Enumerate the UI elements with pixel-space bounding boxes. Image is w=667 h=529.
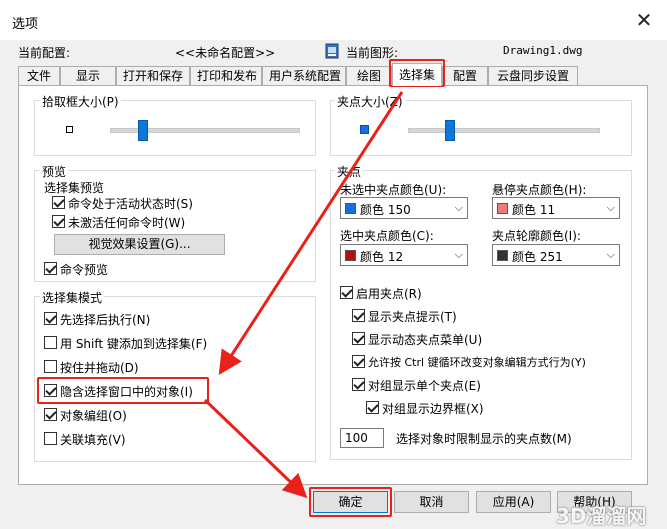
grip-limit-input[interactable]: 100 (340, 428, 384, 448)
no-command-label: 未激活任何命令时(W) (68, 216, 186, 230)
contour-color-label: 夹点轮廓颜色(I): (492, 229, 581, 243)
press-drag-label: 按住并拖动(D) (60, 361, 139, 375)
ctrl-cycle-label: 允许按 Ctrl 键循环改变对象编辑方式行为(Y) (368, 356, 586, 369)
object-grouping-label: 对象编组(O) (60, 409, 127, 423)
shift-add-checkbox[interactable] (44, 336, 57, 349)
dynamic-grip-menu-label: 显示动态夹点菜单(U) (368, 333, 483, 347)
unselected-color-swatch (345, 203, 356, 214)
visual-effects-button[interactable]: 视觉效果设置(G)... (54, 234, 225, 255)
noun-verb-label: 先选择后执行(N) (60, 313, 151, 327)
hover-color-value: 颜色 11 (512, 203, 556, 217)
tab-plot-publish[interactable]: 打印和发布 (190, 66, 262, 85)
tab-files[interactable]: 文件 (18, 66, 60, 85)
grip-size-slider-track[interactable] (408, 128, 600, 133)
pickbox-square-icon (66, 126, 73, 133)
show-grips-checkbox[interactable] (340, 286, 353, 299)
single-grip-groups-label: 对组显示单个夹点(E) (368, 379, 481, 393)
tab-display[interactable]: 显示 (60, 66, 116, 85)
grip-tips-checkbox[interactable] (352, 309, 365, 322)
chevron-down-icon: ⌵ (454, 248, 463, 261)
close-icon[interactable]: ✕ (632, 8, 656, 32)
unselected-color-select[interactable]: 颜色 150 ⌵ (340, 197, 468, 219)
ctrl-cycle-checkbox[interactable] (352, 355, 365, 368)
tab-open-save[interactable]: 打开和保存 (116, 66, 190, 85)
hover-color-select[interactable]: 颜色 11 ⌵ (492, 197, 620, 219)
implied-window-highlight (37, 377, 209, 404)
grip-size-preview (340, 108, 392, 152)
tab-profiles[interactable]: 配置 (442, 66, 488, 85)
window-title: 选项 (12, 17, 39, 32)
grip-limit-label: 选择对象时限制显示的夹点数(M) (396, 432, 572, 446)
command-active-label: 命令处于活动状态时(S) (68, 197, 193, 211)
object-grouping-checkbox[interactable] (44, 408, 57, 421)
group-bbox-label: 对组显示边界框(X) (382, 402, 484, 416)
contour-color-select[interactable]: 颜色 251 ⌵ (492, 244, 620, 266)
selected-color-select[interactable]: 颜色 12 ⌵ (340, 244, 468, 266)
single-grip-groups-checkbox[interactable] (352, 378, 365, 391)
grip-size-slider-thumb[interactable] (445, 120, 455, 141)
show-grips-label: 启用夹点(R) (356, 287, 422, 301)
title-bar (0, 0, 667, 40)
tab-user-preferences[interactable]: 用户系统配置 (262, 66, 346, 85)
no-command-checkbox[interactable] (52, 215, 65, 228)
unselected-color-label: 未选中夹点颜色(U): (340, 183, 447, 197)
grip-square-icon (360, 125, 369, 134)
hover-color-swatch (497, 203, 508, 214)
tab-selection[interactable]: 选择集 (392, 63, 442, 86)
watermark-text: 3D溜溜网 (556, 504, 647, 528)
press-drag-checkbox[interactable] (44, 360, 57, 373)
chevron-down-icon: ⌵ (454, 201, 463, 214)
chevron-down-icon: ⌵ (606, 248, 615, 261)
apply-button[interactable]: 应用(A) (476, 491, 551, 513)
pickbox-slider-thumb[interactable] (138, 120, 148, 141)
noun-verb-checkbox[interactable] (44, 312, 57, 325)
current-profile-label: 当前配置: (18, 46, 71, 60)
dynamic-grip-menu-checkbox[interactable] (352, 332, 365, 345)
selection-modes-label: 选择集模式 (40, 289, 105, 306)
contour-color-value: 颜色 251 (512, 250, 563, 264)
drawing-icon (324, 43, 340, 59)
pickbox-preview (44, 108, 96, 152)
current-profile-value: <<未命名配置>> (175, 46, 276, 60)
unselected-color-value: 颜色 150 (360, 203, 411, 217)
tab-drafting[interactable]: 绘图 (346, 66, 392, 85)
command-preview-checkbox[interactable] (44, 262, 57, 275)
cancel-button[interactable]: 取消 (394, 491, 469, 513)
shift-add-label: 用 Shift 键添加到选择集(F) (60, 337, 208, 351)
grips-label: 夹点 (335, 163, 364, 180)
preview-label: 预览 (40, 163, 69, 180)
hover-color-label: 悬停夹点颜色(H): (492, 183, 587, 197)
selected-color-label: 选中夹点颜色(C): (340, 229, 434, 243)
current-drawing-value: Drawing1.dwg (503, 44, 583, 57)
selected-color-value: 颜色 12 (360, 250, 404, 264)
selected-color-swatch (345, 250, 356, 261)
group-bbox-checkbox[interactable] (366, 401, 379, 414)
command-preview-label: 命令预览 (60, 263, 109, 277)
ok-button-highlight (309, 487, 392, 517)
associative-hatch-label: 关联填充(V) (60, 433, 126, 447)
command-active-checkbox[interactable] (52, 196, 65, 209)
grip-tips-label: 显示夹点提示(T) (368, 310, 457, 324)
contour-color-swatch (497, 250, 508, 261)
associative-hatch-checkbox[interactable] (44, 432, 57, 445)
selection-preview-label: 选择集预览 (44, 181, 105, 195)
tab-cloud-sync[interactable]: 云盘同步设置 (488, 66, 578, 85)
chevron-down-icon: ⌵ (606, 201, 615, 214)
